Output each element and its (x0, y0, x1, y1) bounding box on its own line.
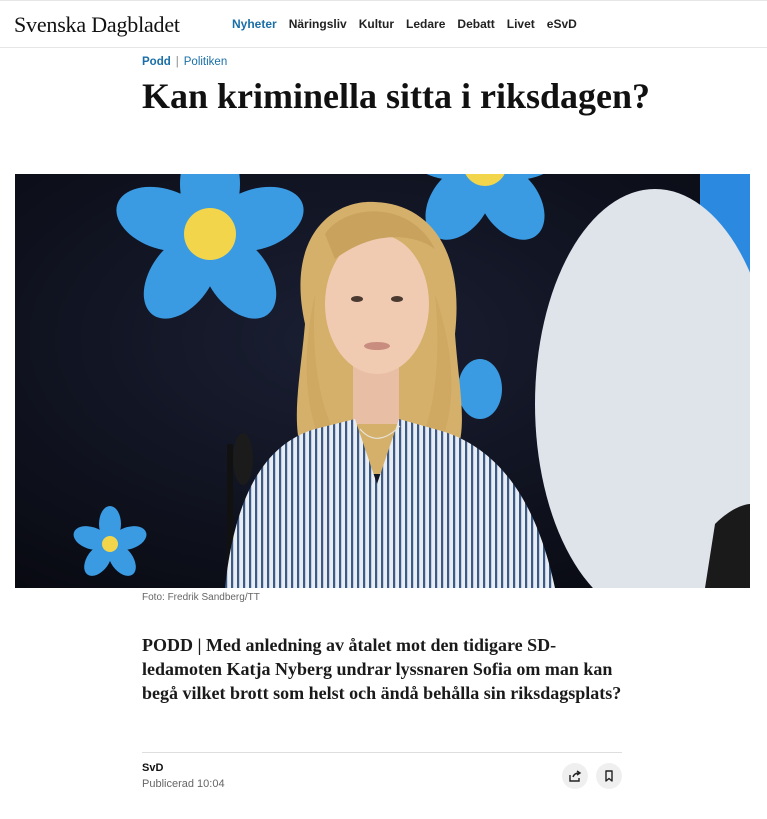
nav-item-kultur[interactable]: Kultur (359, 17, 394, 31)
bookmark-button[interactable] (596, 763, 622, 789)
site-logo[interactable]: Svenska Dagbladet (14, 12, 180, 38)
publish-time: Publicerad 10:04 (142, 778, 225, 790)
kicker-section-link[interactable]: Politiken (184, 56, 227, 68)
hero-image (15, 174, 750, 588)
site-header: Svenska Dagbladet Nyheter Näringsliv Kul… (0, 0, 767, 48)
nav-item-naringsliv[interactable]: Näringsliv (289, 17, 347, 31)
hero-illustration (15, 174, 750, 588)
nav-item-ledare[interactable]: Ledare (406, 17, 445, 31)
main-nav: Nyheter Näringsliv Kultur Ledare Debatt … (226, 17, 583, 31)
kicker-separator: | (175, 56, 179, 68)
share-button[interactable] (562, 763, 588, 789)
byline-author[interactable]: SvD (142, 762, 163, 774)
share-icon (569, 770, 582, 782)
photo-caption: Foto: Fredrik Sandberg/TT (142, 592, 260, 603)
article-headline: Kan kriminella sitta i riksdagen? (142, 76, 651, 116)
article-kicker: Podd | Politiken (142, 56, 227, 68)
nav-item-livet[interactable]: Livet (507, 17, 535, 31)
nav-item-debatt[interactable]: Debatt (457, 17, 494, 31)
byline-divider (142, 752, 622, 753)
bookmark-icon (605, 770, 613, 782)
nav-item-nyheter[interactable]: Nyheter (232, 17, 277, 31)
nav-item-esvd[interactable]: eSvD (547, 17, 577, 31)
kicker-podd-link[interactable]: Podd (142, 56, 171, 68)
article-lead: PODD | Med anledning av åtalet mot den t… (142, 635, 622, 703)
